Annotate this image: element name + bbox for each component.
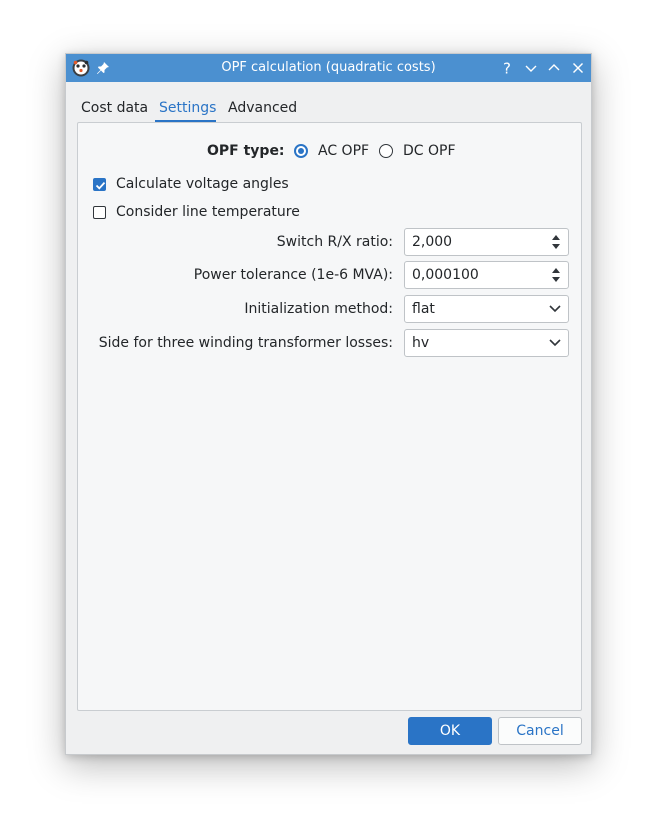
maximize-icon[interactable]: [545, 59, 563, 77]
tab-settings[interactable]: Settings: [159, 100, 216, 116]
ac-opf-label[interactable]: AC OPF: [318, 143, 369, 159]
checkbox-calculate-voltage-angles[interactable]: [93, 178, 106, 191]
help-glyph: ?: [503, 60, 511, 78]
radio-ac-opf[interactable]: [294, 144, 308, 158]
init-method-value[interactable]: flat: [412, 301, 435, 317]
opf-dialog: OPF calculation (quadratic costs) ? Cost…: [65, 53, 592, 755]
checkmark-icon: [95, 181, 106, 190]
power-tolerance-value[interactable]: 0,000100: [412, 267, 479, 283]
init-method-dropdown[interactable]: flat: [404, 295, 569, 323]
minimize-icon[interactable]: [522, 59, 540, 77]
switch-rx-spinbox[interactable]: 2,000: [404, 228, 569, 256]
opf-type-label: OPF type:: [207, 143, 285, 159]
power-tolerance-label: Power tolerance (1e-6 MVA):: [193, 267, 393, 283]
dc-opf-label[interactable]: DC OPF: [403, 143, 456, 159]
tab-cost-data[interactable]: Cost data: [81, 100, 148, 116]
ok-button[interactable]: OK: [408, 717, 492, 745]
power-tolerance-spinbox[interactable]: 0,000100: [404, 261, 569, 289]
radio-dc-opf[interactable]: [379, 144, 393, 158]
close-icon[interactable]: [569, 59, 587, 77]
chevron-down-icon[interactable]: [548, 338, 562, 348]
init-method-label: Initialization method:: [244, 301, 393, 317]
spin-arrows-icon[interactable]: [550, 267, 562, 283]
switch-rx-label: Switch R/X ratio:: [276, 234, 393, 250]
settings-panel: OPF type: AC OPF DC OPF Calculate voltag…: [77, 122, 582, 711]
tab-advanced[interactable]: Advanced: [228, 100, 297, 116]
chevron-down-icon[interactable]: [548, 304, 562, 314]
switch-rx-value[interactable]: 2,000: [412, 234, 452, 250]
cancel-button[interactable]: Cancel: [498, 717, 582, 745]
checkbox-consider-line-temperature[interactable]: [93, 206, 106, 219]
calculate-voltage-angles-label[interactable]: Calculate voltage angles: [116, 176, 289, 192]
trafo3w-losses-value[interactable]: hv: [412, 335, 429, 351]
consider-line-temperature-label[interactable]: Consider line temperature: [116, 204, 300, 220]
trafo3w-losses-dropdown[interactable]: hv: [404, 329, 569, 357]
title-bar[interactable]: OPF calculation (quadratic costs) ?: [66, 54, 591, 82]
trafo3w-losses-label: Side for three winding transformer losse…: [98, 335, 393, 351]
help-icon[interactable]: ?: [498, 59, 516, 78]
spin-arrows-icon[interactable]: [550, 234, 562, 250]
